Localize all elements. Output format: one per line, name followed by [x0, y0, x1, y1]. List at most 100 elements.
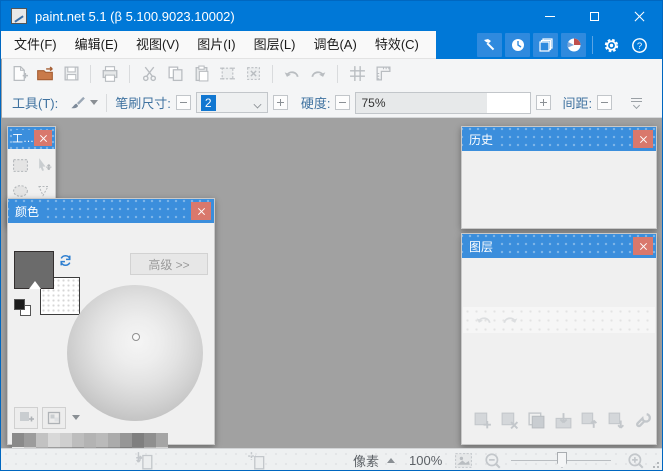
- colors-panel-close-button[interactable]: [191, 202, 211, 220]
- palette-swatch[interactable]: [12, 433, 24, 447]
- layers-panel-close-button[interactable]: [633, 237, 653, 255]
- palette-icon: [47, 411, 62, 425]
- add-color-button[interactable]: [14, 407, 38, 429]
- tools-panel-titlebar[interactable]: 工…: [8, 127, 55, 149]
- duplicate-layer-button[interactable]: [526, 409, 547, 431]
- hardness-field[interactable]: 75%: [355, 92, 531, 114]
- spacing-decrease-button[interactable]: [597, 95, 612, 110]
- history-window-button[interactable]: [505, 33, 530, 57]
- palette-swatch[interactable]: [72, 433, 84, 447]
- help-button[interactable]: ?: [627, 33, 652, 57]
- zoom-slider-track[interactable]: [511, 460, 611, 461]
- move-arrow-icon: [36, 157, 53, 173]
- palette-swatch[interactable]: [36, 433, 48, 447]
- menu-adjustments[interactable]: 调色(A): [304, 31, 365, 59]
- zoom-slider-thumb[interactable]: [557, 452, 567, 468]
- menu-image[interactable]: 图片(I): [188, 31, 244, 59]
- toolbar-overflow-icon[interactable]: [631, 98, 642, 108]
- move-selection-tool[interactable]: [33, 153, 55, 177]
- advanced-colors-button[interactable]: 高级 >>: [130, 253, 208, 275]
- merge-layer-down-button[interactable]: [553, 409, 574, 431]
- history-list[interactable]: [462, 151, 656, 229]
- redo-button[interactable]: [307, 63, 329, 85]
- menu-edit[interactable]: 编辑(E): [66, 31, 127, 59]
- zoom-out-button[interactable]: [484, 449, 502, 471]
- delete-layer-button[interactable]: [499, 409, 520, 431]
- unit-selector[interactable]: 像素: [353, 449, 395, 471]
- grid-toggle-button[interactable]: [346, 63, 368, 85]
- redo-icon[interactable]: [501, 312, 519, 328]
- minimize-button[interactable]: [527, 1, 572, 31]
- palette-swatch[interactable]: [156, 433, 168, 447]
- ruler-toggle-button[interactable]: [372, 63, 394, 85]
- colors-window-button[interactable]: [561, 33, 586, 57]
- new-button[interactable]: [8, 63, 30, 85]
- palette-swatch[interactable]: [48, 433, 60, 447]
- menu-view[interactable]: 视图(V): [127, 31, 188, 59]
- palette-swatch[interactable]: [24, 433, 36, 447]
- resize-grip[interactable]: [651, 460, 659, 468]
- palette-swatch[interactable]: [60, 433, 72, 447]
- history-panel-close-button[interactable]: [633, 130, 653, 148]
- cursor-position-icon: [247, 451, 267, 470]
- add-layer-button[interactable]: [472, 409, 493, 431]
- brush-size-decrease-button[interactable]: [176, 95, 191, 110]
- move-layer-down-button[interactable]: [606, 409, 627, 431]
- tools-panel-close-button[interactable]: [34, 130, 52, 146]
- window-title: paint.net 5.1 (β 5.100.9023.10002): [35, 9, 527, 24]
- undo-icon[interactable]: [475, 312, 493, 328]
- swap-colors-icon[interactable]: [58, 253, 73, 268]
- current-tool-button[interactable]: [66, 92, 88, 114]
- layer-properties-button[interactable]: [633, 409, 654, 431]
- hardness-decrease-button[interactable]: [335, 95, 350, 110]
- close-button[interactable]: [617, 1, 662, 31]
- palette-menu-button[interactable]: [42, 407, 66, 429]
- cut-button[interactable]: [138, 63, 160, 85]
- palette-swatch[interactable]: [120, 433, 132, 447]
- color-wheel[interactable]: [67, 285, 203, 421]
- print-button[interactable]: [99, 63, 121, 85]
- undo-button[interactable]: [281, 63, 303, 85]
- help-icon: ?: [631, 37, 648, 54]
- palette-swatch[interactable]: [84, 433, 96, 447]
- primary-color-swatch[interactable]: [14, 251, 54, 289]
- color-wheel-selector[interactable]: [132, 333, 140, 341]
- zoom-to-window-button[interactable]: [454, 449, 473, 471]
- paste-button[interactable]: [190, 63, 212, 85]
- settings-button[interactable]: [599, 33, 624, 57]
- toolbar-separator: [272, 65, 273, 83]
- menu-file[interactable]: 文件(F): [5, 31, 66, 59]
- open-button[interactable]: [34, 63, 56, 85]
- palette-swatch[interactable]: [108, 433, 120, 447]
- wrench-icon: [634, 411, 653, 430]
- rectangle-select-tool[interactable]: [9, 153, 31, 177]
- copy-button[interactable]: [164, 63, 186, 85]
- app-icon: [11, 8, 27, 24]
- crop-button[interactable]: [216, 63, 238, 85]
- layers-panel-titlebar[interactable]: 图层: [462, 234, 656, 258]
- default-black-swatch[interactable]: [14, 299, 25, 310]
- layers-list[interactable]: [463, 259, 655, 307]
- menu-layers[interactable]: 图层(L): [245, 31, 305, 59]
- history-panel-titlebar[interactable]: 历史: [462, 127, 656, 151]
- deselect-button[interactable]: [242, 63, 264, 85]
- palette-swatch[interactable]: [132, 433, 144, 447]
- maximize-button[interactable]: [572, 1, 617, 31]
- palette-swatch[interactable]: [144, 433, 156, 447]
- colors-panel-titlebar[interactable]: 颜色: [8, 199, 214, 223]
- palette-swatch[interactable]: [96, 433, 108, 447]
- menu-effects[interactable]: 特效(C): [366, 31, 428, 59]
- zoom-level[interactable]: 100%: [409, 449, 442, 471]
- layers-window-button[interactable]: [533, 33, 558, 57]
- menu-strip: 文件(F) 编辑(E) 视图(V) 图片(I) 图层(L) 调色(A) 特效(C…: [1, 31, 436, 59]
- hardness-increase-button[interactable]: [536, 95, 551, 110]
- brush-size-increase-button[interactable]: [273, 95, 288, 110]
- tool-dropdown-caret[interactable]: [90, 100, 98, 105]
- zoom-slider[interactable]: [511, 449, 611, 471]
- save-button[interactable]: [60, 63, 82, 85]
- palette-dropdown-caret[interactable]: [72, 415, 80, 420]
- zoom-in-button[interactable]: [627, 449, 645, 471]
- brush-size-combo[interactable]: 2: [196, 92, 268, 113]
- move-layer-up-button[interactable]: [579, 409, 600, 431]
- tools-window-button[interactable]: [477, 33, 502, 57]
